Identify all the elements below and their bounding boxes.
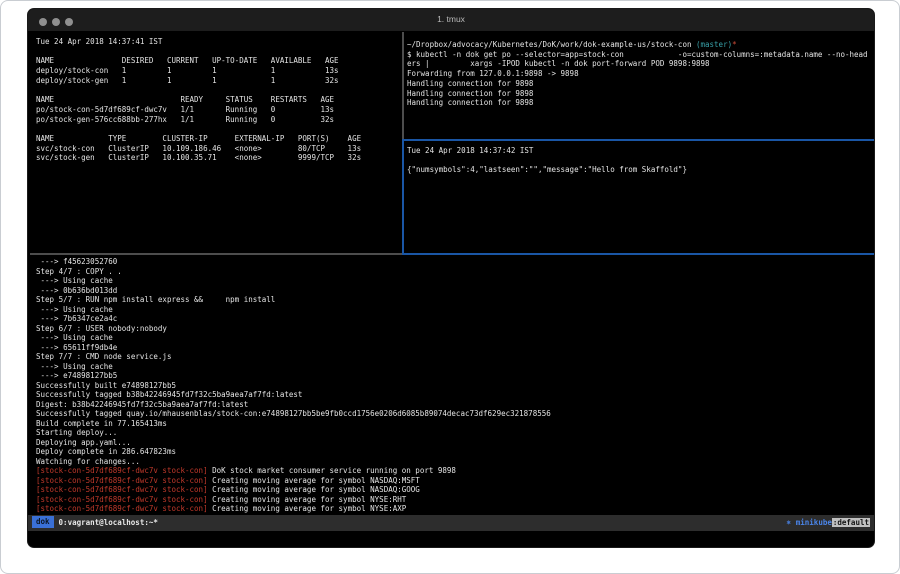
- kube-status: ⎈ minikube:default: [786, 515, 870, 531]
- kube-context-label: minikube: [796, 518, 832, 527]
- pane-divider-horizontal-active-right[interactable]: [402, 253, 874, 255]
- pane-divider-vertical-active[interactable]: [402, 140, 404, 254]
- pane-divider-horizontal-active[interactable]: [402, 139, 874, 141]
- helm-wheel-icon: ⎈: [786, 518, 791, 527]
- window-titlebar: 1. tmux: [28, 9, 874, 32]
- tmux-session-badge[interactable]: dok: [32, 516, 54, 528]
- pane-kubectl-watch[interactable]: Tue 24 Apr 2018 14:37:41 IST NAME DESIRE…: [36, 37, 402, 251]
- pane-divider-vertical[interactable]: [402, 32, 404, 140]
- pane-probe-output[interactable]: Tue 24 Apr 2018 14:37:42 IST {"numsymbol…: [407, 146, 872, 251]
- kubectl-watch-output: Tue 24 Apr 2018 14:37:41 IST NAME DESIRE…: [36, 37, 402, 163]
- build-log-colored: [stock-con-5d7df689cf-dwc7v stock-con] D…: [36, 466, 872, 514]
- build-log-line: [stock-con-5d7df689cf-dwc7v stock-con] C…: [36, 495, 872, 505]
- kube-namespace-label: :default: [832, 518, 870, 527]
- tmux-window-item[interactable]: 0:vagrant@localhost:~*: [59, 518, 158, 527]
- build-log-line: [stock-con-5d7df689cf-dwc7v stock-con] C…: [36, 476, 872, 486]
- window-title: 1. tmux: [28, 14, 874, 24]
- screenshot-frame: 1. tmux Tue 24 Apr 2018 14:37:41 IST NAM…: [0, 0, 900, 574]
- pod-log-prefix: [stock-con-5d7df689cf-dwc7v stock-con]: [36, 485, 208, 494]
- build-log-line: [stock-con-5d7df689cf-dwc7v stock-con] C…: [36, 504, 872, 514]
- port-forward-body: $ kubectl -n dok get po --selector=app=s…: [407, 50, 868, 108]
- pane-port-forward[interactable]: ~/Dropbox/advocacy/Kubernetes/DoK/work/d…: [407, 40, 872, 138]
- build-log-line: [stock-con-5d7df689cf-dwc7v stock-con] C…: [36, 485, 872, 495]
- git-branch-label: (master): [696, 40, 732, 49]
- port-forward-output: ~/Dropbox/advocacy/Kubernetes/DoK/work/d…: [407, 40, 872, 108]
- pane-skaffold-build[interactable]: ---> f45623052760 Step 4/7 : COPY . . --…: [36, 257, 872, 513]
- prompt-path: ~/Dropbox/advocacy/Kubernetes/DoK/work/d…: [407, 40, 696, 49]
- git-dirty-marker: *: [732, 40, 737, 49]
- build-log-line: [stock-con-5d7df689cf-dwc7v stock-con] D…: [36, 466, 872, 476]
- probe-output: Tue 24 Apr 2018 14:37:42 IST {"numsymbol…: [407, 146, 872, 175]
- terminal-window: 1. tmux Tue 24 Apr 2018 14:37:41 IST NAM…: [28, 9, 874, 547]
- pod-log-prefix: [stock-con-5d7df689cf-dwc7v stock-con]: [36, 504, 208, 513]
- tmux-status-bar: dok 0:vagrant@localhost:~* ⎈ minikube:def…: [28, 515, 874, 531]
- pod-log-prefix: [stock-con-5d7df689cf-dwc7v stock-con]: [36, 466, 208, 475]
- pane-divider-horizontal[interactable]: [30, 253, 402, 255]
- pod-log-prefix: [stock-con-5d7df689cf-dwc7v stock-con]: [36, 495, 208, 504]
- pod-log-prefix: [stock-con-5d7df689cf-dwc7v stock-con]: [36, 476, 208, 485]
- build-log-text: ---> f45623052760 Step 4/7 : COPY . . --…: [36, 257, 872, 466]
